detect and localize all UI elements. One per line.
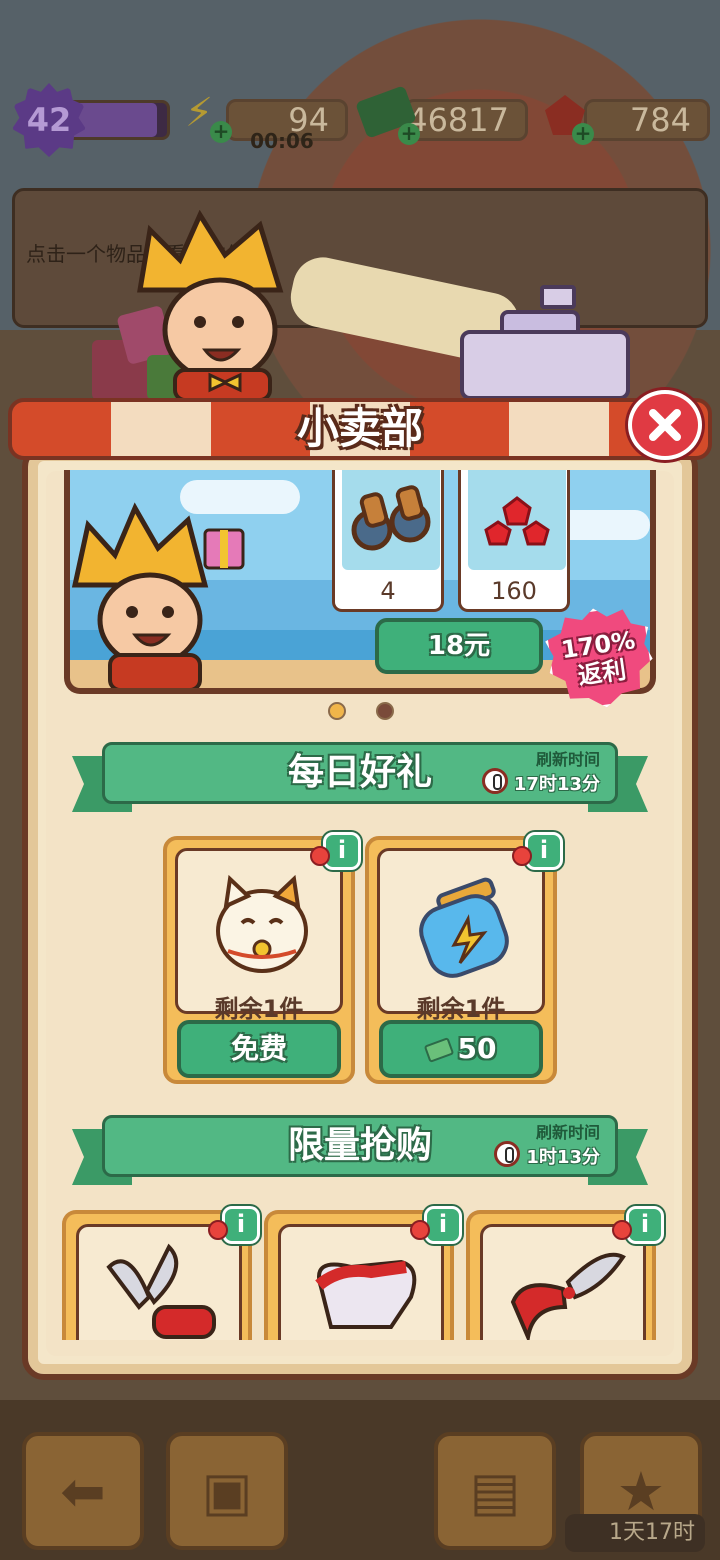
info-button[interactable]: i [222, 1206, 260, 1244]
ruby-gems-icon [484, 496, 550, 546]
pagination-dot[interactable] [328, 702, 346, 720]
buy-with-cash-button[interactable]: 50 [379, 1020, 543, 1078]
notification-dot [208, 1220, 228, 1240]
banner-item-card[interactable]: 4 [332, 470, 444, 612]
refresh-time: 17时13分 [513, 774, 600, 795]
banner-item-card[interactable]: 160 [458, 470, 570, 612]
pruning-shears-icon [106, 1243, 216, 1339]
notification-dot [512, 846, 532, 866]
banner-item-qty: 160 [491, 577, 537, 605]
limited-sale-header: 限量抢购 刷新时间 1时13分 [72, 1115, 648, 1187]
character-with-gift-icon [71, 502, 245, 688]
info-button[interactable]: i [424, 1206, 462, 1244]
energy-jar-icon [419, 877, 509, 978]
event-timer: 1天17时 [565, 1514, 705, 1552]
binoculars-icon [351, 485, 431, 551]
info-button[interactable]: i [626, 1206, 664, 1244]
glove-icon [315, 1259, 417, 1329]
backpack-button[interactable]: ▣ [166, 1432, 288, 1550]
shop-title: 小卖部 [296, 404, 423, 453]
refresh-label: 刷新时间 [535, 1123, 600, 1142]
notification-dot [310, 846, 330, 866]
cash-register-icon [460, 285, 630, 400]
backpack-icon: ▣ [201, 1459, 253, 1523]
cash-counter[interactable]: 46817 [404, 99, 528, 141]
top-hud: 42 ⚡ + 94 00:06 + 46817 + 784 [0, 83, 720, 157]
clock-icon [482, 768, 508, 794]
close-icon [649, 409, 681, 441]
daily-gifts-header: 每日好礼 刷新时间 17时13分 [72, 742, 648, 814]
refresh-time: 1时13分 [526, 1147, 600, 1168]
gem-value: 784 [629, 101, 691, 139]
lucky-cat-icon [216, 874, 308, 973]
daily-item-card[interactable]: 剩余1件 50 [365, 836, 557, 1084]
notification-dot [612, 1220, 632, 1240]
energy-timer: 00:06 [250, 129, 314, 153]
daily-item-card[interactable]: 剩余1件 免费 [163, 836, 355, 1084]
back-button[interactable]: ⬅ [22, 1432, 144, 1550]
add-energy-icon[interactable]: + [210, 121, 232, 143]
pruning-shears-icon [510, 1252, 626, 1340]
gem-counter[interactable]: 784 [584, 99, 710, 141]
price-value: 50 [457, 1032, 497, 1065]
clock-icon [494, 1141, 520, 1167]
arrow-left-icon: ⬅ [60, 1459, 106, 1523]
notification-dot [410, 1220, 430, 1240]
level-value: 42 [26, 101, 72, 139]
add-cash-icon[interactable]: + [398, 123, 420, 145]
basket-button[interactable]: ▤ [434, 1432, 556, 1550]
cash-value: 46817 [407, 101, 509, 139]
pagination-dot[interactable] [376, 702, 394, 720]
basket-icon: ▤ [469, 1459, 521, 1523]
lightning-icon: ⚡ [185, 90, 214, 136]
refresh-label: 刷新时间 [535, 750, 600, 769]
free-claim-button[interactable]: 免费 [177, 1020, 341, 1078]
remaining-count: 剩余1件 [416, 995, 506, 1023]
add-gems-icon[interactable]: + [572, 123, 594, 145]
banner-pagination [328, 702, 394, 720]
cash-icon [423, 1037, 454, 1063]
remaining-count: 剩余1件 [214, 995, 304, 1023]
close-button[interactable] [628, 390, 702, 460]
banner-item-qty: 4 [380, 577, 396, 605]
shopkeeper-character-icon [137, 210, 284, 400]
banner-buy-button[interactable]: 18元 [375, 618, 543, 674]
